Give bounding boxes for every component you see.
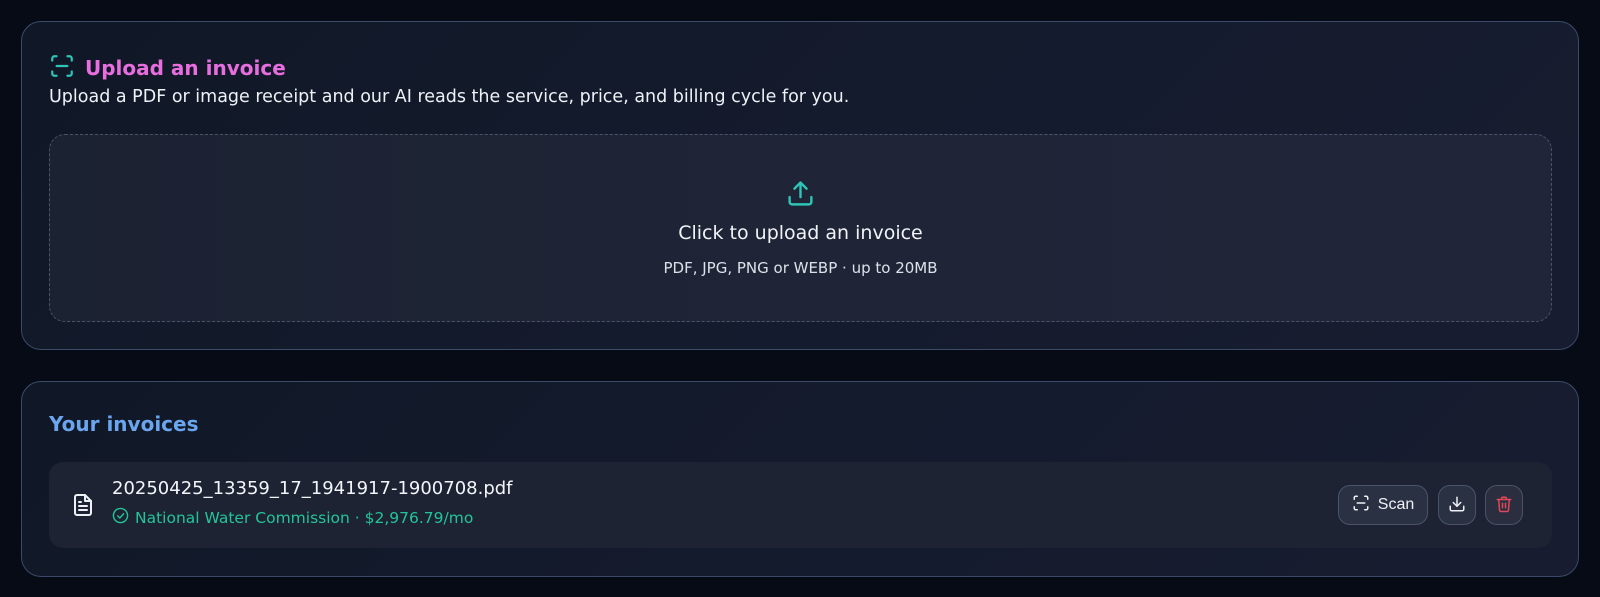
upload-title-row: Upload an invoice — [49, 53, 286, 83]
invoice-filename: 20250425_13359_17_1941917-1900708.pdf — [112, 478, 513, 499]
invoice-row: 20250425_13359_17_1941917-1900708.pdf Na… — [49, 462, 1552, 548]
download-button[interactable] — [1438, 485, 1476, 525]
invoice-meta-text: National Water Commission · $2,976.79/mo — [135, 508, 474, 527]
scan-icon — [49, 53, 75, 83]
upload-dropzone[interactable]: Click to upload an invoice PDF, JPG, PNG… — [49, 134, 1552, 322]
upload-icon — [786, 179, 815, 212]
download-icon — [1448, 495, 1466, 516]
invoice-meta: National Water Commission · $2,976.79/mo — [112, 507, 473, 528]
trash-icon — [1495, 495, 1513, 516]
scan-button[interactable]: Scan — [1338, 485, 1428, 525]
upload-invoice-card: Upload an invoice Upload a PDF or image … — [21, 21, 1579, 350]
check-circle-icon — [112, 507, 129, 528]
file-text-icon — [71, 492, 95, 522]
dropzone-subtitle: PDF, JPG, PNG or WEBP · up to 20MB — [663, 259, 938, 277]
upload-title: Upload an invoice — [85, 56, 286, 80]
invoices-title: Your invoices — [49, 412, 199, 436]
scan-button-label: Scan — [1377, 496, 1415, 513]
your-invoices-card: Your invoices 20250425_13359_17_1941917-… — [21, 381, 1579, 577]
dropzone-title: Click to upload an invoice — [678, 222, 923, 244]
upload-description: Upload a PDF or image receipt and our AI… — [49, 87, 850, 107]
scan-icon — [1352, 494, 1370, 517]
delete-button[interactable] — [1485, 485, 1523, 525]
